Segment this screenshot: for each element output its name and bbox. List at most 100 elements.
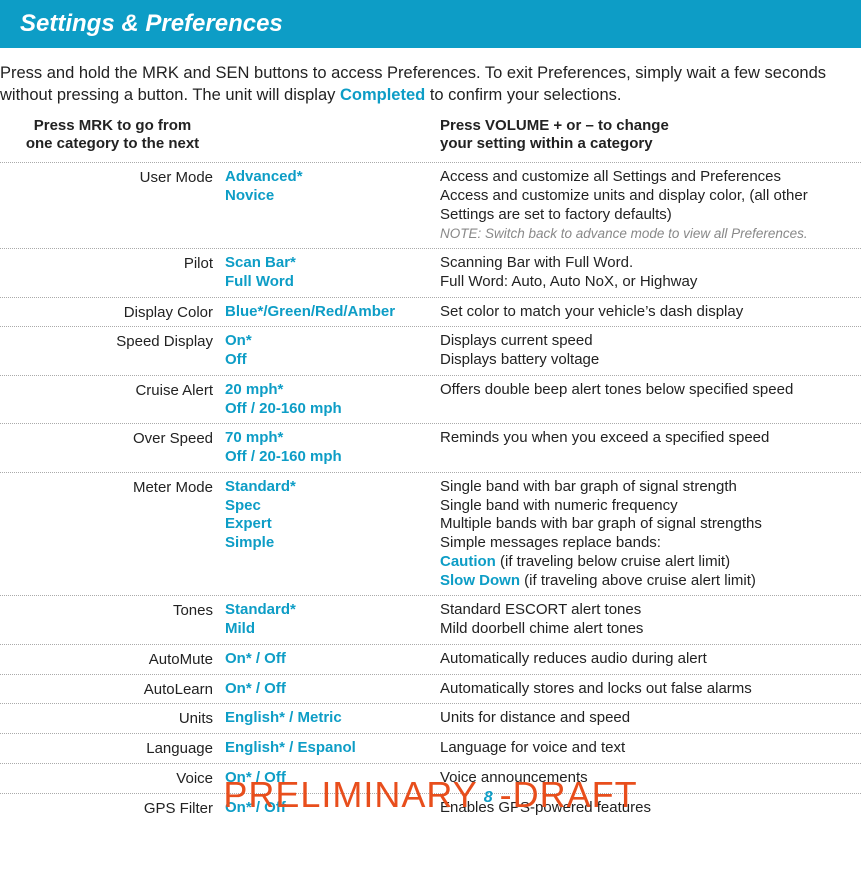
description-extra-text: (if traveling above cruise alert limit) [520,572,756,589]
option-value: English* / Metric [225,709,434,728]
options-cell: Standard*SpecExpertSimple [225,478,440,591]
description-line: Displays battery voltage [440,351,855,370]
description-line: Enables GPS-powered features [440,799,855,818]
col-right-line1: Press VOLUME + or – to change [440,117,669,134]
description-line: Simple messages replace bands: [440,534,855,553]
description-line: Offers double beep alert tones below spe… [440,381,855,400]
option-value: 20 mph* [225,381,434,400]
description-keyword: Slow Down [440,572,520,589]
description-cell: Displays current speedDisplays battery v… [440,332,855,370]
category-label: GPS Filter [0,799,225,818]
description-line: Full Word: Auto, Auto NoX, or Highway [440,273,855,292]
options-cell: Scan Bar*Full Word [225,254,440,292]
option-value: On* / Off [225,680,434,699]
settings-row: AutoMuteOn* / Off Automatically reduces a… [0,645,861,675]
option-value: Standard* [225,601,434,620]
category-label: Language [0,739,225,758]
option-value: On* [225,332,434,351]
description-line: Automatically stores and locks out false… [440,680,855,699]
settings-row: Display ColorBlue*/Green/Red/AmberSet co… [0,298,861,328]
column-header-right: Press VOLUME + or – to change your setti… [440,117,861,155]
options-cell: On*Off [225,332,440,370]
description-line: Access and customize all Settings and Pr… [440,168,855,187]
settings-table: User ModeAdvanced*NoviceAccess and custo… [0,163,861,822]
description-cell: Single band with bar graph of signal str… [440,478,855,591]
description-cell: Standard ESCORT alert tonesMild doorbell… [440,601,855,639]
option-value: On* / Off [225,799,434,818]
description-cell: Offers double beep alert tones below spe… [440,381,855,419]
options-cell: 20 mph*Off / 20-160 mph [225,381,440,419]
option-value: On* / Off [225,650,434,669]
settings-row: LanguageEnglish* / Espanol Language for v… [0,734,861,764]
options-cell: On* / Off [225,650,440,669]
settings-row: Meter ModeStandard*SpecExpertSimpleSingl… [0,473,861,597]
options-cell: On* / Off [225,680,440,699]
option-value: Scan Bar* [225,254,434,273]
category-label: Pilot [0,254,225,292]
option-value: Standard* [225,478,434,497]
description-note: NOTE: Switch back to advance mode to vie… [440,226,855,243]
options-cell: On* / Off [225,799,440,818]
description-cell: Units for distance and speed [440,709,855,728]
settings-row: TonesStandard*MildStandard ESCORT alert … [0,596,861,645]
settings-row: Over Speed70 mph*Off / 20-160 mphReminds… [0,424,861,473]
settings-row: AutoLearnOn* / OffAutomatically stores a… [0,675,861,705]
option-value: Off / 20-160 mph [225,448,434,467]
description-cell: Language for voice and text [440,739,855,758]
description-line: Language for voice and text [440,739,855,758]
column-header-left: Press MRK to go from one category to the… [0,117,225,155]
option-value: Expert [225,515,434,534]
description-line: Scanning Bar with Full Word. [440,254,855,273]
settings-row: PilotScan Bar*Full WordScanning Bar with… [0,249,861,298]
intro-paragraph: Press and hold the MRK and SEN buttons t… [0,48,861,113]
description-cell: Access and customize all Settings and Pr… [440,168,855,243]
option-value: Off [225,351,434,370]
category-label: AutoMute [0,650,225,669]
col-left-line2: one category to the next [26,135,199,152]
category-label: Speed Display [0,332,225,370]
options-cell: Blue*/Green/Red/Amber [225,303,440,322]
options-cell: English* / Espanol [225,739,440,758]
option-value: Novice [225,187,434,206]
col-right-line2: your setting within a category [440,135,653,152]
description-extra-line: Caution (if traveling below cruise alert… [440,553,855,572]
category-label: Tones [0,601,225,639]
description-keyword: Caution [440,553,496,570]
description-line: Access and customize units and display c… [440,187,855,225]
description-cell: Automatically reduces audio during alert [440,650,855,669]
option-value: 70 mph* [225,429,434,448]
column-header-spacer [225,117,440,155]
description-cell: Scanning Bar with Full Word.Full Word: A… [440,254,855,292]
category-label: Display Color [0,303,225,322]
description-line: Voice announcements [440,769,855,788]
category-label: Units [0,709,225,728]
settings-row: User ModeAdvanced*NoviceAccess and custo… [0,163,861,249]
category-label: Meter Mode [0,478,225,591]
category-label: Cruise Alert [0,381,225,419]
option-value: On* / Off [225,769,434,788]
description-cell: Automatically stores and locks out false… [440,680,855,699]
description-cell: Reminds you when you exceed a specified … [440,429,855,467]
description-cell: Voice announcements [440,769,855,788]
description-line: Single band with bar graph of signal str… [440,478,855,497]
option-value: Mild [225,620,434,639]
intro-text-after: to confirm your selections. [425,86,621,104]
settings-row: UnitsEnglish* / Metric Units for distance… [0,704,861,734]
option-value: Simple [225,534,434,553]
settings-row: Speed DisplayOn*OffDisplays current spee… [0,327,861,376]
column-headers: Press MRK to go from one category to the… [0,113,861,164]
settings-row: Cruise Alert20 mph*Off / 20-160 mphOffer… [0,376,861,425]
options-cell: 70 mph*Off / 20-160 mph [225,429,440,467]
options-cell: Standard*Mild [225,601,440,639]
option-value: English* / Espanol [225,739,434,758]
option-value: Advanced* [225,168,434,187]
description-line: Displays current speed [440,332,855,351]
description-extra-text: (if traveling below cruise alert limit) [496,553,730,570]
page-title: Settings & Preferences [20,10,283,37]
description-line: Reminds you when you exceed a specified … [440,429,855,448]
options-cell: On* / Off [225,769,440,788]
option-value: Off / 20-160 mph [225,400,434,419]
description-line: Units for distance and speed [440,709,855,728]
description-extra-line: Slow Down (if traveling above cruise ale… [440,572,855,591]
options-cell: Advanced*Novice [225,168,440,243]
